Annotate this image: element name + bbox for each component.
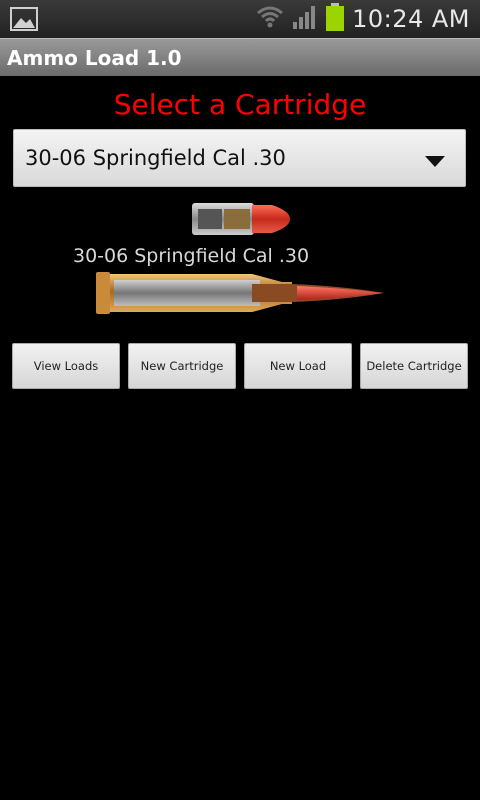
wifi-icon bbox=[256, 3, 284, 35]
cartridge-image bbox=[92, 268, 388, 322]
signal-icon bbox=[292, 4, 318, 34]
dropdown-arrow-icon bbox=[425, 153, 445, 172]
cartridge-spinner[interactable]: 30-06 Springfield Cal .30 bbox=[13, 129, 466, 187]
clock: 10:24 AM bbox=[352, 5, 470, 33]
cartridge-name-label: 30-06 Springfield Cal .30 bbox=[73, 245, 310, 267]
app-title: Ammo Load 1.0 bbox=[7, 45, 182, 70]
delete-cartridge-button[interactable]: Delete Cartridge bbox=[360, 343, 468, 389]
view-loads-button[interactable]: View Loads bbox=[12, 343, 120, 389]
new-cartridge-button[interactable]: New Cartridge bbox=[128, 343, 236, 389]
battery-icon bbox=[326, 3, 345, 35]
gallery-icon bbox=[10, 7, 38, 35]
new-load-button[interactable]: New Load bbox=[244, 343, 352, 389]
status-bar: 10:24 AM bbox=[0, 0, 480, 38]
app-title-bar: Ammo Load 1.0 bbox=[0, 38, 480, 76]
action-buttons: View Loads New Cartridge New Load Delete… bbox=[12, 343, 468, 389]
page-heading: Select a Cartridge bbox=[113, 88, 367, 121]
bullet-image bbox=[190, 199, 292, 243]
spinner-selected-value: 30-06 Springfield Cal .30 bbox=[25, 146, 286, 170]
